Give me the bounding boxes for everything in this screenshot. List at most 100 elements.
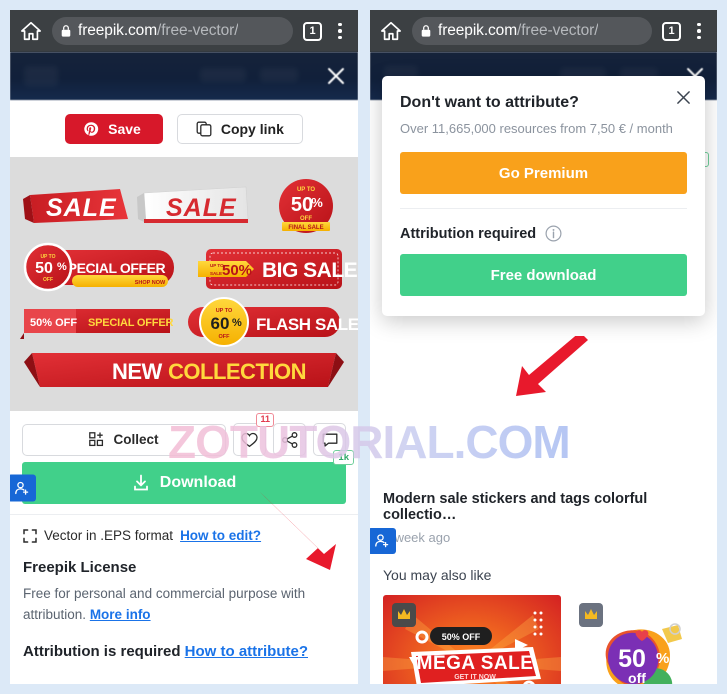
svg-text:SALE: SALE [210, 271, 222, 276]
svg-text:OFF: OFF [300, 216, 312, 222]
license-body: Free for personal and commercial purpose… [23, 586, 306, 622]
pinterest-icon [84, 122, 99, 136]
license-heading: Freepik License [23, 559, 137, 576]
kebab-menu-icon[interactable] [691, 22, 707, 40]
page-background: freepik.com/free-vector/ 1 Save Copy lin… [0, 0, 727, 694]
svg-text:SPECIAL OFFER: SPECIAL OFFER [59, 260, 166, 276]
svg-text:FINAL SALE: FINAL SALE [288, 225, 323, 231]
download-button[interactable]: Download [22, 462, 346, 504]
you-may-also-like-heading: You may also like [383, 567, 492, 583]
collect-icon [89, 432, 104, 447]
tab-count-button[interactable]: 1 [662, 21, 681, 41]
browser-chrome-left: freepik.com/free-vector/ 1 [10, 10, 358, 52]
left-action-bar: Collect 11 [10, 411, 358, 462]
left-browser-panel: freepik.com/free-vector/ 1 Save Copy lin… [10, 10, 358, 684]
free-download-button[interactable]: Free download [400, 254, 687, 296]
svg-text:NEW: NEW [112, 359, 163, 384]
svg-text:OFF: OFF [43, 277, 53, 283]
how-to-edit-link[interactable]: How to edit? [180, 528, 261, 543]
pinterest-save-label: Save [108, 121, 141, 137]
svg-text:50% OFF: 50% OFF [442, 632, 481, 642]
close-icon[interactable] [326, 66, 346, 86]
collect-button[interactable]: Collect [22, 423, 226, 456]
modal-divider [400, 208, 687, 209]
home-icon[interactable] [380, 20, 402, 42]
share-icon [281, 431, 297, 448]
license-section: Vector in .EPS format How to edit? Freep… [10, 514, 358, 660]
add-user-icon [10, 474, 36, 502]
modal-title: Don't want to attribute? [400, 94, 579, 111]
download-label: Download [159, 474, 237, 491]
resource-timestamp: A week ago [370, 528, 717, 554]
download-count-badge: 1k [333, 450, 354, 466]
svg-text:%: % [232, 317, 242, 329]
svg-text:50: 50 [35, 260, 53, 277]
svg-text:FLASH SALE: FLASH SALE [256, 315, 358, 334]
go-premium-button[interactable]: Go Premium [400, 152, 687, 194]
format-row: Vector in .EPS format How to edit? [23, 528, 345, 543]
free-download-label: Free download [490, 266, 597, 284]
attribution-required-row: Attribution required [400, 225, 687, 242]
attribution-modal: Don't want to attribute? Over 11,665,000… [382, 76, 705, 316]
pinterest-share-row: Save Copy link [10, 100, 358, 157]
add-user-icon [370, 528, 396, 554]
browser-chrome-right: freepik.com/free-vector/ 1 [370, 10, 717, 52]
copy-link-button[interactable]: Copy link [176, 114, 303, 144]
lock-icon [421, 25, 431, 37]
svg-text:50%: 50% [222, 262, 252, 279]
svg-text:SHOP NOW: SHOP NOW [135, 280, 166, 286]
close-icon[interactable] [676, 90, 691, 105]
modal-subtitle: Over 11,665,000 resources from 7,50 € / … [400, 121, 673, 136]
tab-count-button[interactable]: 1 [303, 21, 322, 41]
fifty-off-thumbnail[interactable]: 50 % off [574, 595, 694, 684]
like-count-badge: 11 [256, 413, 274, 427]
related-thumbnails: 50% OFF MEGA SALE GET IT NOW >>>>> [370, 583, 717, 684]
svg-text:%: % [656, 650, 669, 667]
go-premium-label: Go Premium [498, 164, 589, 182]
svg-text:SPECIAL OFFER: SPECIAL OFFER [88, 317, 173, 329]
kebab-menu-icon[interactable] [332, 22, 348, 40]
svg-text:%: % [57, 261, 67, 273]
hero-artwork-sale-stickers[interactable]: SALE SALE UP TO 50 % OFF FINAL SALE SHOP… [10, 157, 358, 411]
heart-icon [241, 432, 258, 447]
svg-text:%: % [311, 195, 323, 210]
home-icon[interactable] [20, 20, 42, 42]
url-text: freepik.com/free-vector/ [78, 22, 239, 39]
copy-link-label: Copy link [220, 121, 284, 137]
svg-text:off: off [628, 670, 646, 684]
collect-label: Collect [113, 432, 159, 447]
share-button[interactable] [273, 423, 306, 456]
like-button[interactable]: 11 [233, 413, 274, 456]
expand-icon [23, 528, 37, 543]
download-area: 1k Download [10, 450, 358, 514]
right-browser-panel: freepik.com/free-vector/ 1 Collect [370, 10, 717, 684]
url-text: freepik.com/free-vector/ [438, 22, 599, 39]
download-icon [133, 474, 148, 491]
svg-text:60: 60 [211, 314, 230, 333]
svg-text:50% OFF: 50% OFF [30, 317, 77, 329]
svg-text:50: 50 [291, 194, 313, 216]
address-bar[interactable]: freepik.com/free-vector/ [412, 17, 652, 45]
format-text: Vector in .EPS format [44, 528, 174, 543]
more-info-link[interactable]: More info [90, 607, 151, 622]
resource-title: Modern sale stickers and tags colorful c… [383, 491, 648, 523]
comment-icon [322, 433, 337, 447]
lock-icon [61, 25, 71, 37]
info-icon[interactable] [545, 225, 562, 242]
svg-text:OFF: OFF [219, 334, 231, 340]
svg-text:50: 50 [618, 645, 646, 673]
how-to-attribute-link[interactable]: How to attribute? [185, 643, 308, 660]
svg-text:SALE: SALE [46, 194, 117, 222]
site-header-blurred-left [10, 52, 358, 100]
svg-text:GET IT NOW: GET IT NOW [454, 674, 496, 681]
svg-text:BIG SALE: BIG SALE [262, 259, 358, 282]
svg-text:MEGA SALE: MEGA SALE [417, 653, 534, 674]
svg-text:SALE: SALE [166, 194, 237, 222]
svg-text:UP TO: UP TO [297, 187, 315, 193]
mega-sale-thumbnail[interactable]: 50% OFF MEGA SALE GET IT NOW >>>>> [383, 595, 561, 684]
pinterest-save-button[interactable]: Save [65, 114, 163, 144]
copy-icon [196, 121, 212, 137]
attribution-required-row: Attribution is required How to attribute… [23, 642, 308, 660]
address-bar[interactable]: freepik.com/free-vector/ [52, 17, 293, 45]
svg-text:COLLECTION: COLLECTION [168, 359, 306, 384]
